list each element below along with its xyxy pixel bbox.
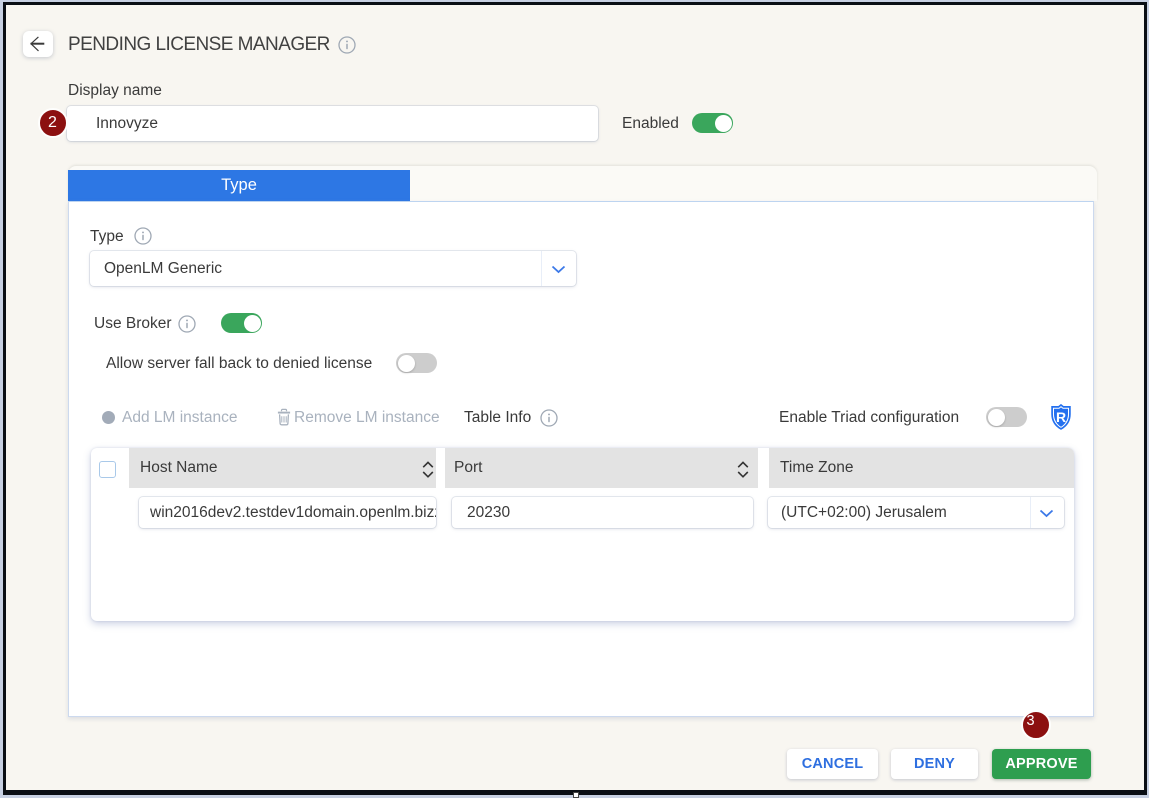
svg-text:R: R xyxy=(1055,409,1065,425)
